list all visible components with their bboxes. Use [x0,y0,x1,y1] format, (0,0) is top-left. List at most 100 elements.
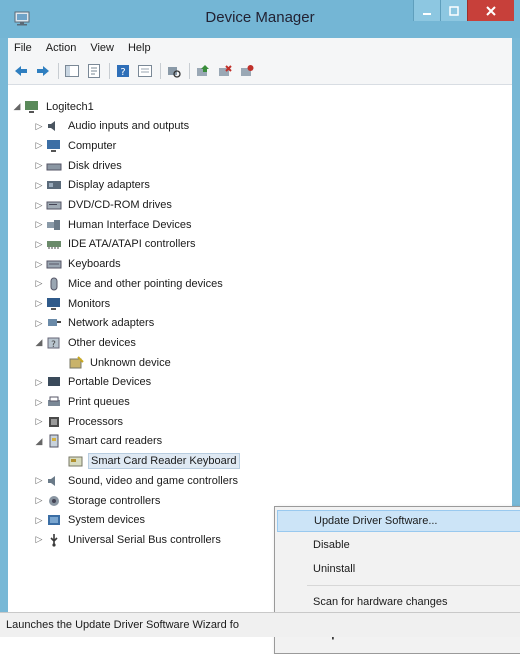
title-bar[interactable]: Device Manager [0,0,520,38]
tree-category-node[interactable]: ◢ Smart card readers [34,432,164,451]
tree-category-node[interactable]: ▷ DVD/CD-ROM drives [34,196,174,215]
monitor-icon [46,297,62,311]
tree-device-node[interactable]: Smart Card Reader Keyboard [56,452,240,471]
collapsed-arrow-icon[interactable]: ▷ [34,239,44,249]
menu-action[interactable]: Action [40,42,85,54]
collapsed-arrow-icon[interactable]: ▷ [34,140,44,151]
update-driver-button[interactable] [194,62,212,80]
tree-category-node[interactable]: ▷ System devices [34,511,147,530]
maximize-button[interactable] [440,0,467,21]
tree-category-node[interactable]: ▷ Disk drives [34,156,124,175]
scan-hardware-icon [168,67,181,78]
speaker-icon [46,119,62,133]
back-icon [15,66,27,76]
show-hide-console-tree-button[interactable] [63,62,81,80]
portable-device-icon [46,375,62,389]
client-area: File Action View Help ? ◢ Logitech1 ▷ Au… [8,38,520,654]
tree-category-node[interactable]: ▷ Human Interface Devices [34,215,194,234]
tree-category-node[interactable]: ▷ Display adapters [34,176,152,195]
tree-category-node[interactable]: ▷ Universal Serial Bus controllers [34,530,223,549]
toolbar-separator [109,63,110,79]
disable-device-button[interactable] [216,62,234,80]
menu-scan-hardware-changes[interactable]: Scan for hardware changes [277,591,520,613]
forward-button[interactable] [34,62,52,80]
tree-node-label: Audio inputs and outputs [68,120,190,133]
toolbar-separator [189,63,190,79]
menu-view[interactable]: View [84,42,122,54]
scan-hardware-button[interactable] [165,62,183,80]
menu-uninstall[interactable]: Uninstall [277,558,520,580]
minimize-icon [423,12,431,15]
tree-node-label: IDE ATA/ATAPI controllers [68,238,196,251]
menu-disable[interactable]: Disable [277,534,520,556]
help-button[interactable]: ? [114,62,132,80]
tree-node-label: Unknown device [90,356,171,369]
collapsed-arrow-icon[interactable]: ▷ [34,495,44,506]
collapsed-arrow-icon[interactable]: ▷ [34,397,44,407]
collapsed-arrow-icon[interactable]: ▷ [34,219,44,230]
disk-drive-icon [46,159,62,173]
menu-help[interactable]: Help [122,42,159,54]
tree-category-node[interactable]: ◢? Other devices [34,333,138,352]
uninstall-device-button[interactable] [238,62,256,80]
tree-category-node[interactable]: ▷ Print queues [34,393,132,412]
tree-category-node[interactable]: ▷ Processors [34,412,125,431]
tree-category-node[interactable]: ▷ Storage controllers [34,491,162,510]
tree-node-label: Smart Card Reader Keyboard [88,453,240,470]
tree-category-node[interactable]: ▷ Portable Devices [34,373,153,392]
tree-root-node[interactable]: ◢ Logitech1 [12,97,96,116]
toolbar-separator [160,63,161,79]
collapsed-arrow-icon[interactable]: ▷ [34,416,44,427]
tree-category-node[interactable]: ▷ Network adapters [34,314,156,333]
display-adapter-icon [46,178,62,192]
tree-device-node[interactable]: Unknown device [56,353,173,372]
uninstall-device-icon [241,65,254,76]
view-button[interactable] [136,62,154,80]
tree-category-node[interactable]: ▷ Sound, video and game controllers [34,471,240,490]
tree-node-label: Computer [68,139,117,152]
tree-category-node[interactable]: ▷ Keyboards [34,255,123,274]
tree-node-label: Display adapters [68,179,150,192]
collapsed-arrow-icon[interactable]: ▷ [34,180,44,190]
collapsed-arrow-icon[interactable]: ▷ [34,298,44,309]
tree-node-label: Keyboards [68,258,121,271]
view-icon [138,65,152,77]
tree-category-node[interactable]: ▷ Computer [34,136,118,155]
collapsed-arrow-icon[interactable]: ▷ [34,259,44,269]
other-devices-icon: ? [46,336,62,350]
tree-node-label: Logitech1 [46,100,94,113]
collapsed-arrow-icon[interactable]: ▷ [34,318,44,328]
expanded-arrow-icon[interactable]: ◢ [34,337,44,348]
collapsed-arrow-icon[interactable]: ▷ [34,121,44,131]
smart-card-reader-icon [46,434,62,448]
tree-category-node[interactable]: ▷ Audio inputs and outputs [34,117,191,136]
tree-node-label: Print queues [68,396,130,408]
tree-category-node[interactable]: ▷ Monitors [34,294,112,313]
expanded-arrow-icon[interactable]: ◢ [34,436,44,446]
collapsed-arrow-icon[interactable]: ▷ [34,200,44,210]
tree-category-node[interactable]: ▷ IDE ATA/ATAPI controllers [34,235,198,254]
collapsed-arrow-icon[interactable]: ▷ [34,160,44,171]
menu-update-driver-software[interactable]: Update Driver Software... [277,510,520,532]
processor-icon [46,415,62,429]
collapsed-arrow-icon[interactable]: ▷ [34,515,44,525]
menu-file[interactable]: File [8,42,40,54]
update-driver-icon [197,65,209,76]
collapsed-arrow-icon[interactable]: ▷ [34,534,44,545]
collapsed-arrow-icon[interactable]: ▷ [34,377,44,387]
svg-text:?: ? [51,340,56,350]
tree-node-label: Universal Serial Bus controllers [68,533,221,546]
close-button[interactable] [467,0,514,21]
tree-node-label: Disk drives [68,159,122,172]
network-adapter-icon [46,316,62,330]
minimize-button[interactable] [413,0,440,21]
collapsed-arrow-icon[interactable]: ▷ [34,278,44,289]
tree-node-label: Storage controllers [68,494,161,507]
expanded-arrow-icon[interactable]: ◢ [12,101,22,112]
tree-category-node[interactable]: ▷ Mice and other pointing devices [34,274,225,293]
collapsed-arrow-icon[interactable]: ▷ [34,475,44,486]
properties-button[interactable] [85,62,103,80]
back-button[interactable] [12,62,30,80]
